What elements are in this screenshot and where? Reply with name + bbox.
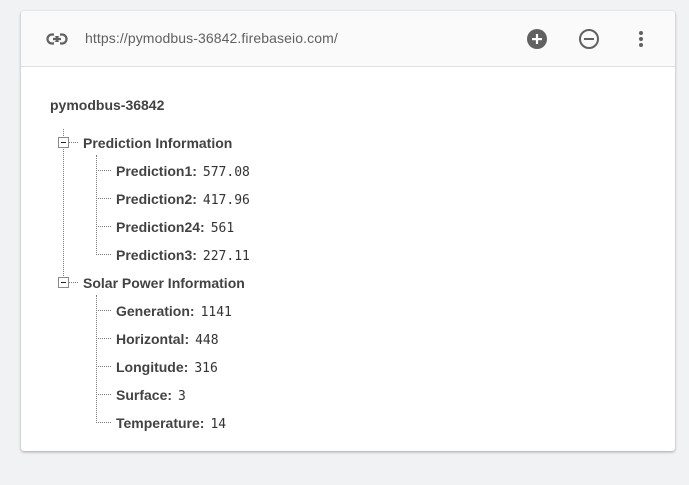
tree-leaf-prediction24[interactable]: Prediction24: 561 — [116, 219, 234, 236]
database-card: https://pymodbus-36842.firebaseio.com/ p… — [21, 11, 675, 451]
tree-leaf-generation[interactable]: Generation: 1141 — [116, 303, 232, 320]
tree-connector — [96, 295, 97, 423]
root-node[interactable]: pymodbus-36842 — [50, 97, 164, 113]
tree-connector — [69, 142, 78, 143]
tree-connector — [96, 338, 111, 339]
tree-leaf-longitude[interactable]: Longitude: 316 — [116, 359, 218, 376]
toolbar: https://pymodbus-36842.firebaseio.com/ — [21, 11, 675, 67]
tree-leaf-prediction1[interactable]: Prediction1: 577.08 — [116, 163, 250, 180]
tree-connector — [96, 198, 111, 199]
group-node-solar-power-information[interactable]: Solar Power Information — [83, 275, 245, 291]
tree-connector — [96, 310, 111, 311]
tree-connector — [96, 422, 111, 423]
data-tree: pymodbus-36842 Prediction Information Pr… — [21, 67, 675, 451]
tree-leaf-surface[interactable]: Surface: 3 — [116, 387, 186, 404]
database-url[interactable]: https://pymodbus-36842.firebaseio.com/ — [85, 30, 338, 46]
tree-connector — [69, 282, 78, 283]
tree-leaf-prediction2[interactable]: Prediction2: 417.96 — [116, 191, 250, 208]
tree-leaf-horizontal[interactable]: Horizontal: 448 — [116, 331, 219, 348]
tree-connector — [96, 394, 111, 395]
tree-leaf-prediction3[interactable]: Prediction3: 227.11 — [116, 247, 250, 264]
remove-circle-icon — [579, 29, 599, 49]
collapse-toggle[interactable] — [58, 277, 69, 288]
collapse-toggle[interactable] — [58, 137, 69, 148]
tree-connector — [63, 129, 64, 282]
add-button[interactable] — [525, 27, 549, 51]
tree-connector — [96, 254, 111, 255]
group-node-prediction-information[interactable]: Prediction Information — [83, 135, 232, 151]
link-icon[interactable] — [46, 30, 68, 48]
tree-connector — [96, 170, 111, 171]
tree-connector — [96, 226, 111, 227]
more-options-button[interactable] — [629, 27, 653, 51]
more-vert-icon — [639, 31, 643, 47]
tree-connector — [96, 366, 111, 367]
tree-leaf-temperature[interactable]: Temperature: 14 — [116, 415, 226, 432]
remove-button[interactable] — [577, 27, 601, 51]
add-circle-icon — [527, 29, 547, 49]
